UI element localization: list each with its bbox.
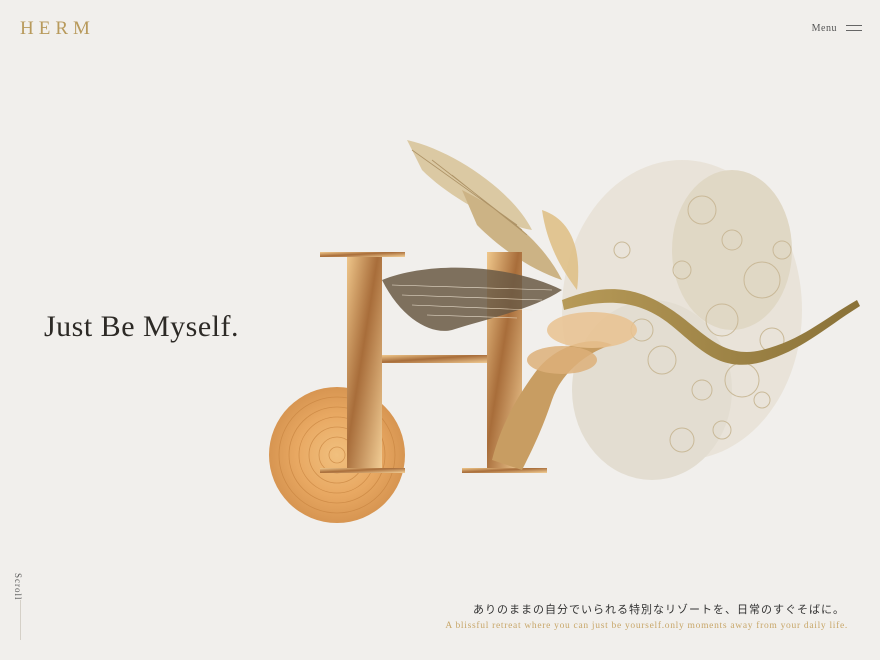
scroll-indicator-label[interactable]: Scroll — [13, 573, 23, 601]
herm-monogram-illustration — [269, 140, 860, 523]
hero-headline: Just Be Myself. — [44, 310, 239, 343]
scroll-indicator-line — [20, 600, 21, 640]
ink-wing — [382, 267, 562, 331]
hamburger-icon — [846, 24, 862, 32]
tagline-japanese: ありのままの自分でいられる特別なリゾートを、日常のすぐそばに。 — [473, 603, 845, 616]
tagline-english: A blissful retreat where you can just be… — [445, 621, 848, 631]
wood-ring — [269, 387, 405, 523]
menu-label: Menu — [811, 22, 837, 34]
menu-button[interactable]: Menu — [812, 20, 862, 36]
site-logo[interactable]: HERM — [20, 18, 95, 40]
